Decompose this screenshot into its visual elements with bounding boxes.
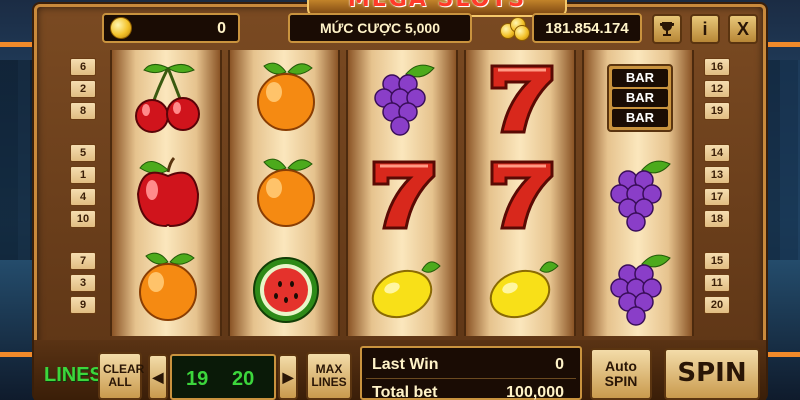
watermelon-icon [253, 257, 319, 323]
orange-symbol [112, 242, 224, 334]
lemon-icon [489, 261, 559, 319]
spin-label: SPIN [677, 358, 747, 389]
line-selected-value: 19 [186, 368, 209, 390]
grapes-symbol [584, 148, 696, 240]
left-line-number[interactable]: 7 [70, 252, 96, 270]
left-line-number[interactable]: 1 [70, 166, 96, 184]
info-button[interactable]: i [690, 14, 720, 44]
right-line-number[interactable]: 16 [704, 58, 730, 76]
right-line-number[interactable]: 18 [704, 210, 730, 228]
balance-value: 0 [217, 20, 226, 37]
lines-decrease-button[interactable]: ◀ [148, 354, 168, 400]
lines-increase-button[interactable]: ▶ [278, 354, 298, 400]
left-line-number[interactable]: 5 [70, 144, 96, 162]
last-win-label: Last Win [372, 356, 439, 373]
right-line-number[interactable]: 15 [704, 252, 730, 270]
chevron-left-icon: ◀ [152, 368, 164, 385]
total-coins-value: 181.854.174 [545, 19, 629, 37]
leaderboard-button[interactable] [652, 14, 682, 44]
reel-5: BAR BAR BAR [582, 50, 694, 336]
close-icon: X [736, 18, 749, 39]
apple-icon [136, 156, 200, 228]
reel-1 [110, 50, 222, 336]
reel-3 [346, 50, 458, 336]
left-line-number[interactable]: 4 [70, 188, 96, 206]
watermelon-symbol [230, 242, 342, 334]
clear-all-label: CLEAR ALL [103, 362, 145, 389]
info-icon: i [702, 18, 708, 39]
coin-icon [110, 17, 132, 39]
line-count-value: 20 [232, 368, 255, 390]
seven-symbol [466, 52, 578, 144]
chevron-right-icon: ▶ [282, 368, 294, 385]
right-line-number[interactable]: 11 [704, 274, 730, 292]
spin-button[interactable]: SPIN [664, 348, 760, 400]
orange-icon [257, 62, 315, 131]
line-selector-display: 19 20 [170, 354, 276, 400]
panel-divider [366, 378, 576, 379]
cherry-icon [135, 64, 200, 133]
grapes-symbol [348, 52, 460, 144]
orange-icon [257, 158, 315, 227]
right-line-number[interactable]: 20 [704, 296, 730, 314]
seven-icon [372, 160, 436, 230]
orange-icon [139, 252, 197, 321]
bar-label: BAR [612, 109, 668, 127]
grapes-icon [610, 254, 671, 326]
auto-spin-button[interactable]: Auto SPIN [590, 348, 652, 400]
grapes-icon [374, 64, 435, 136]
lines-label: LINES [44, 364, 103, 386]
left-line-number[interactable]: 8 [70, 102, 96, 120]
right-line-number[interactable]: 17 [704, 188, 730, 206]
left-line-number[interactable]: 3 [70, 274, 96, 292]
seven-icon [490, 160, 554, 230]
coin-stack-icon [500, 15, 530, 41]
total-bet-value: 100,000 [506, 384, 564, 400]
max-lines-button[interactable]: MAX LINES [306, 352, 352, 400]
seven-symbol [348, 148, 460, 240]
bar-stack: BAR BAR BAR [607, 64, 673, 132]
bet-box: MỨC CƯỢC 5,000 [288, 13, 472, 43]
right-line-number[interactable]: 19 [704, 102, 730, 120]
grapes-symbol [584, 242, 696, 334]
orange-symbol [230, 52, 342, 144]
balance-box: 0 [102, 13, 240, 43]
lemon-symbol [466, 242, 578, 334]
right-line-number[interactable]: 13 [704, 166, 730, 184]
bet-label: MỨC CƯỢC 5,000 [320, 20, 440, 36]
bar-label: BAR [612, 69, 668, 87]
game-title: MEGA SLOTS [309, 0, 565, 12]
max-lines-label: MAX LINES [311, 362, 347, 389]
apple-symbol [112, 148, 224, 240]
left-line-number[interactable]: 10 [70, 210, 96, 228]
total-bet-label: Total bet [372, 384, 438, 400]
reel-2 [228, 50, 340, 336]
lemon-icon [371, 261, 441, 319]
close-button[interactable]: X [728, 14, 758, 44]
left-line-number[interactable]: 2 [70, 80, 96, 98]
bar-label: BAR [612, 89, 668, 107]
seven-symbol [466, 148, 578, 240]
cherry-symbol [112, 52, 224, 144]
trophy-icon [660, 22, 674, 36]
bar-symbol: BAR BAR BAR [584, 52, 696, 144]
clear-all-button[interactable]: CLEAR ALL [98, 352, 145, 400]
seven-icon [490, 64, 554, 134]
win-bet-panel: Last Win 0 Total bet 100,000 [360, 346, 582, 400]
left-line-number[interactable]: 9 [70, 296, 96, 314]
lemon-symbol [348, 242, 460, 334]
grapes-icon [610, 160, 671, 232]
reel-4 [464, 50, 576, 336]
total-coins-box: 181.854.174 [532, 13, 642, 43]
last-win-value: 0 [555, 356, 564, 373]
right-line-number[interactable]: 14 [704, 144, 730, 162]
orange-symbol [230, 148, 342, 240]
auto-spin-label: Auto SPIN [604, 358, 638, 389]
left-line-number[interactable]: 6 [70, 58, 96, 76]
right-line-number[interactable]: 12 [704, 80, 730, 98]
